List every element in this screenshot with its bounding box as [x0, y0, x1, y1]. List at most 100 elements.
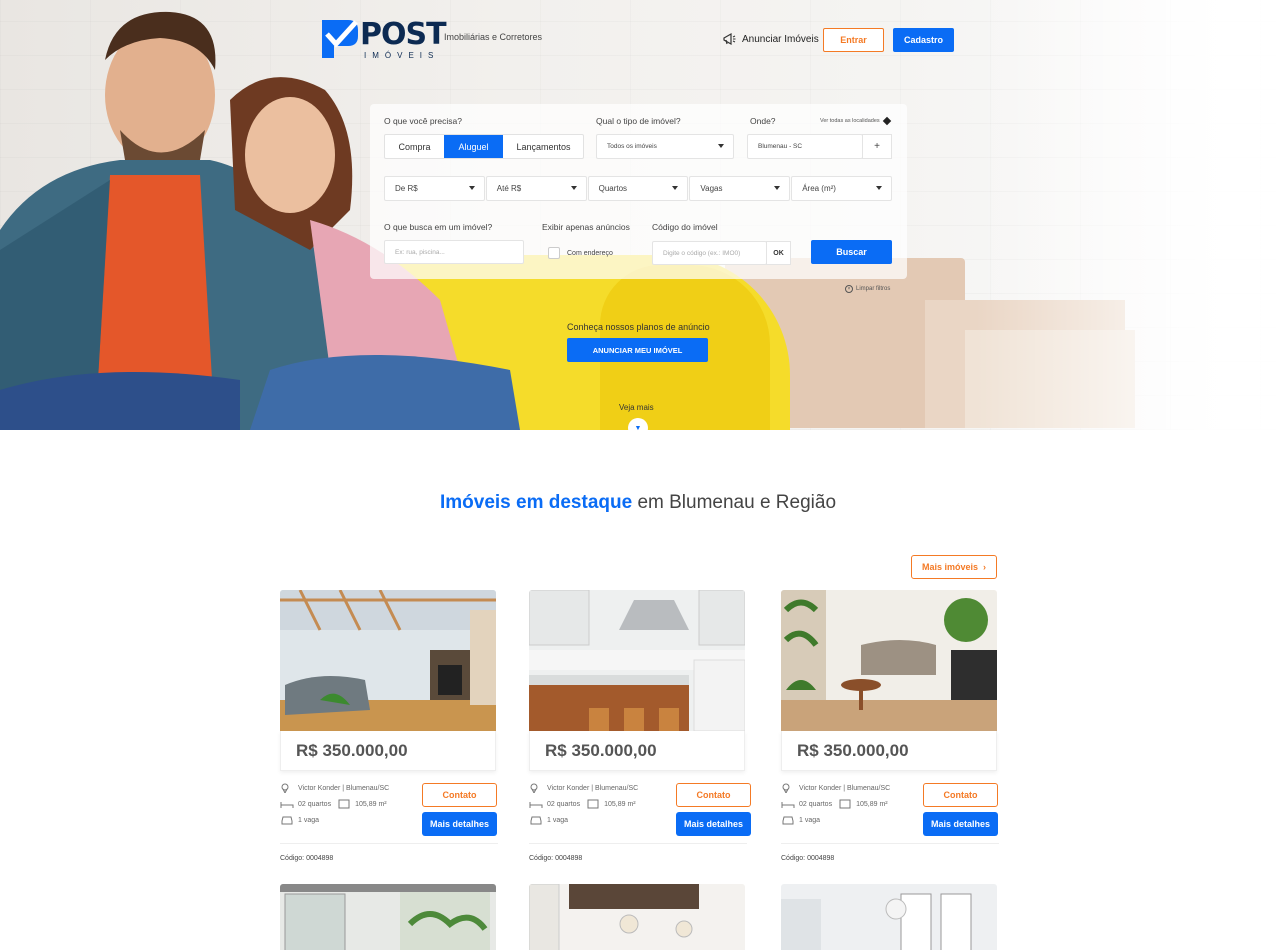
property-code: Código: 0004898 [280, 855, 334, 862]
location-text: Victor Konder | Blumenau/SC [298, 784, 390, 792]
logo-check-icon [322, 20, 358, 58]
contact-button[interactable]: Contato [422, 783, 497, 807]
see-all-label: Ver todas as localidades [820, 118, 880, 124]
area-select[interactable]: Área (m²) [791, 176, 892, 201]
area-label: Área (m²) [802, 184, 836, 193]
checkbox-box [548, 247, 560, 259]
see-all-locations-link[interactable]: Ver todas as localidades [820, 116, 891, 126]
area-text: 105,89 m² [604, 800, 636, 808]
search-panel: O que você precisa? Compra Aluguel Lança… [370, 104, 907, 279]
property-photo[interactable] [529, 590, 745, 731]
megaphone-icon [723, 32, 736, 46]
location-pin-icon [782, 783, 790, 793]
property-photo[interactable] [781, 884, 997, 950]
keywords-label: O que busca em um imóvel? [384, 222, 493, 232]
details-button[interactable]: Mais detalhes [422, 812, 497, 836]
property-photo[interactable] [280, 590, 496, 731]
location-line: Victor Konder | Blumenau/SC [280, 783, 389, 793]
see-more-label: Veja mais [619, 403, 654, 412]
kitchen-photo [529, 884, 745, 950]
plant-living-room-photo [781, 590, 997, 731]
property-price: R$ 350.000,00 [529, 731, 745, 771]
need-label: O que você precisa? [384, 116, 462, 126]
details-button[interactable]: Mais detalhes [923, 812, 998, 836]
announce-properties-link[interactable]: Anunciar Imóveis [722, 32, 819, 46]
chevron-right-icon: › [983, 562, 987, 572]
property-code: Código: 0004898 [529, 855, 583, 862]
parking-label: Vagas [700, 184, 723, 193]
location-line: Victor Konder | Blumenau/SC [529, 783, 638, 793]
property-photo[interactable] [529, 884, 745, 950]
property-card: R$ 350.000,00 Victor Konder | Blumenau/S… [280, 590, 498, 862]
bedrooms-select[interactable]: Quartos [587, 176, 689, 201]
with-address-label: Com endereço [567, 249, 613, 257]
advertise-property-button[interactable]: ANUNCIAR MEU IMÓVEL [567, 338, 708, 362]
area-icon [587, 799, 599, 809]
contact-button[interactable]: Contato [676, 783, 751, 807]
where-label: Onde? [750, 116, 776, 126]
featured-title-rest: em Blumenau e Região [632, 492, 837, 513]
parking-select[interactable]: Vagas [689, 176, 791, 201]
price-min-select[interactable]: De R$ [384, 176, 485, 201]
add-location-button[interactable]: + [862, 134, 892, 159]
announce-label: Anunciar Imóveis [742, 33, 819, 45]
parking-text: 1 vaga [298, 816, 320, 824]
location-pin-icon [281, 783, 289, 793]
interior-photo [280, 884, 496, 950]
featured-title-bold: Imóveis em destaque [439, 492, 633, 513]
property-code: Código: 0004898 [781, 855, 835, 862]
filters-row: De R$ Até R$ Quartos Vagas Área (m²) [384, 176, 892, 201]
car-icon [530, 816, 542, 825]
property-code-input[interactable]: Digite o código (ex.: IMO0) [652, 241, 767, 265]
signup-button[interactable]: Cadastro [893, 28, 954, 52]
post-imoveis-logo[interactable]: POST IMÓVEIS [322, 20, 447, 60]
keywords-input[interactable]: Ex: rua, piscina... [384, 240, 524, 264]
area-text: 105,89 m² [355, 800, 387, 808]
price-min-label: De R$ [395, 184, 418, 193]
tagline: Imobiliárias e Corretores [444, 32, 543, 42]
tab-lancamentos[interactable]: Lançamentos [503, 135, 584, 158]
property-type-select[interactable]: Todos os imóveis [596, 134, 734, 159]
location-input[interactable]: Blumenau - SC [747, 134, 863, 159]
property-photo[interactable] [280, 884, 496, 950]
location-text: Victor Konder | Blumenau/SC [547, 784, 639, 792]
chevron-down-icon [672, 186, 679, 190]
clear-filters-label: Limpar filtros [856, 286, 891, 292]
featured-title: Imóveis em destaque em Blumenau e Região [0, 492, 1276, 514]
area-text: 105,89 m² [856, 800, 888, 808]
property-type-value: Todos os imóveis [607, 143, 657, 150]
property-meta: Victor Konder | Blumenau/SC 02 quartos 1… [781, 783, 999, 853]
location-value: Blumenau - SC [758, 143, 803, 150]
price-max-select[interactable]: Até R$ [485, 176, 587, 201]
property-price: R$ 350.000,00 [280, 731, 496, 771]
code-ok-button[interactable]: OK [766, 241, 791, 265]
property-card: R$ 350.000,00 Victor Konder | Blumenau/S… [781, 590, 999, 862]
parking-line: 1 vaga [781, 815, 820, 825]
dining-room-photo [781, 884, 997, 950]
card-divider [280, 843, 498, 844]
card-divider [529, 843, 747, 844]
details-button[interactable]: Mais detalhes [676, 812, 751, 836]
more-properties-label: Mais imóveis [921, 562, 979, 572]
contact-button[interactable]: Contato [923, 783, 998, 807]
property-meta: Victor Konder | Blumenau/SC 02 quartos 1… [529, 783, 751, 853]
clear-filters-link[interactable]: × Limpar filtros [845, 285, 890, 293]
close-icon: × [845, 285, 853, 293]
more-properties-button[interactable]: Mais imóveis › [911, 555, 997, 579]
tab-aluguel[interactable]: Aluguel [444, 135, 503, 158]
search-button[interactable]: Buscar [811, 240, 892, 264]
property-meta: Victor Konder | Blumenau/SC 02 quartos 1… [280, 783, 498, 853]
deal-type-tabs: Compra Aluguel Lançamentos [384, 134, 584, 159]
chevron-down-icon [875, 186, 882, 190]
login-button[interactable]: Entrar [823, 28, 884, 52]
rooms-text: 02 quartos [547, 800, 581, 808]
property-photo[interactable] [781, 590, 997, 731]
parking-line: 1 vaga [529, 815, 568, 825]
tab-compra[interactable]: Compra [385, 135, 444, 158]
location-line: Victor Konder | Blumenau/SC [781, 783, 890, 793]
area-icon [338, 799, 350, 809]
car-icon [281, 816, 293, 825]
with-address-checkbox[interactable]: Com endereço [548, 247, 613, 259]
scroll-down-button[interactable]: ▼ [628, 418, 648, 438]
bed-icon [529, 802, 543, 808]
